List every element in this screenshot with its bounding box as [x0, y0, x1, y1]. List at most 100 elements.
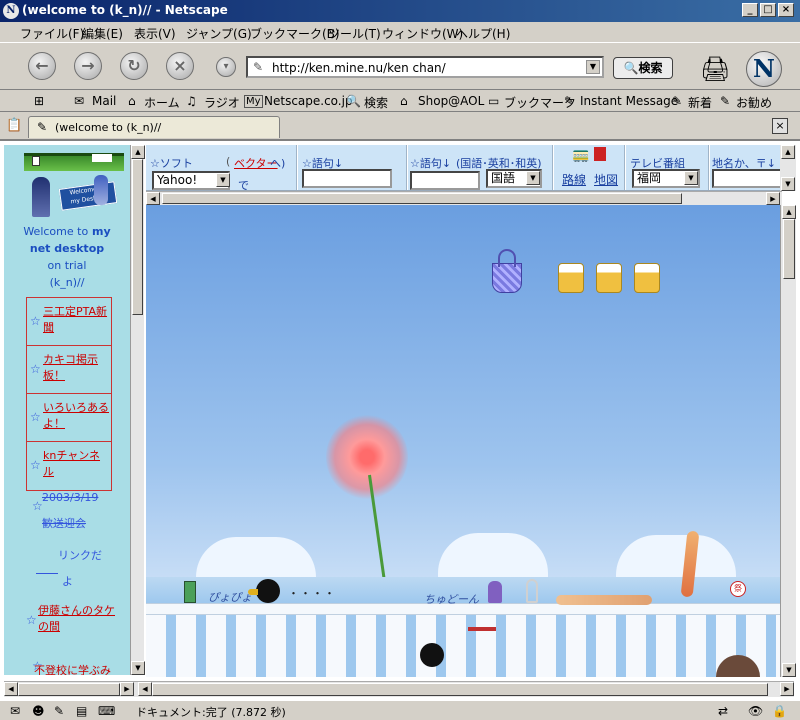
reload-icon[interactable]: ↻	[120, 52, 148, 80]
link-ito-take[interactable]: 伊藤さんのタケの間	[38, 603, 120, 635]
menu-help[interactable]: ヘルプ(H)	[456, 25, 510, 42]
menu-go[interactable]: ジャンプ(G)	[186, 25, 252, 42]
link-bbs[interactable]: カキコ掲示板！	[43, 352, 109, 384]
scroll-thumb[interactable]	[18, 683, 120, 696]
toolbar-netscape[interactable]: Netscape.co.jp	[264, 94, 353, 108]
scroll-right-icon[interactable]: ▶	[780, 682, 794, 696]
link-futoko[interactable]: 不登校に学ぶみちくさの会	[34, 663, 120, 675]
top-frame-hscrollbar[interactable]: ◀ ▶	[146, 191, 782, 205]
left-frame-scrollbar[interactable]: ▲ ▼	[130, 145, 145, 675]
scroll-thumb[interactable]	[783, 219, 795, 279]
beer-mug-icon[interactable]	[634, 263, 660, 293]
select-dropdown-icon[interactable]: ▼	[526, 171, 540, 185]
menu-bookmarks[interactable]: ブックマーク(B)	[250, 25, 340, 42]
close-tab-icon[interactable]: ×	[772, 118, 788, 134]
dict-input[interactable]	[410, 171, 480, 190]
tab-welcome[interactable]: ✎ (welcome to (k_n)//	[28, 116, 280, 138]
close-window-button[interactable]: ×	[778, 3, 794, 17]
scroll-right-icon[interactable]: ▶	[120, 682, 134, 696]
octopus-icon[interactable]	[488, 581, 502, 603]
toolbar-mail[interactable]: Mail	[92, 94, 116, 108]
swimmer-image[interactable]	[556, 595, 652, 605]
event-farewell[interactable]: 歓送迎会	[42, 515, 86, 531]
basket-icon[interactable]	[492, 263, 522, 293]
select-dropdown-icon[interactable]: ▼	[216, 173, 230, 187]
toolbar-shop[interactable]: Shop@AOL	[418, 94, 484, 108]
chat-icon[interactable]: ⌨	[98, 704, 115, 718]
minimize-button[interactable]: _	[742, 3, 758, 17]
scroll-thumb[interactable]	[132, 159, 143, 315]
toolbar-toggle-icon[interactable]: ⊞	[34, 94, 44, 108]
security-lock-icon[interactable]: 🔒	[772, 704, 787, 718]
black-bird-icon[interactable]	[420, 643, 444, 667]
forward-icon[interactable]: →	[74, 52, 102, 80]
url-bar[interactable]: ✎ http://ken.mine.nu/ken chan/ ▼	[246, 56, 604, 78]
scroll-right-icon[interactable]: ▶	[766, 192, 780, 205]
composer-icon[interactable]: ✎	[54, 704, 64, 718]
menu-edit[interactable]: 編集(E)	[82, 25, 123, 42]
black-bird-icon[interactable]	[256, 579, 280, 603]
toolbar-recommend[interactable]: お勧め	[736, 94, 772, 111]
menu-view[interactable]: 表示(V)	[134, 25, 176, 42]
place-input[interactable]	[712, 169, 782, 188]
toolbar-new[interactable]: 新着	[688, 94, 712, 111]
main-frame-scrollbar[interactable]: ▲ ▼	[780, 205, 796, 677]
scroll-left-icon[interactable]: ◀	[146, 192, 160, 205]
thread-spool-icon[interactable]	[184, 581, 196, 603]
scroll-thumb[interactable]	[162, 193, 682, 204]
scroll-down-icon[interactable]: ▼	[131, 661, 145, 675]
goku-input[interactable]	[302, 169, 392, 188]
top-frame-scrollbar[interactable]: ▲ ▼	[780, 145, 796, 191]
scroll-thumb[interactable]	[152, 683, 768, 696]
tab-bar: 📋 ✎ (welcome to (k_n)// ×	[0, 112, 800, 140]
toolbar-radio[interactable]: ラジオ	[204, 94, 240, 111]
privacy-icon[interactable]: 👁	[748, 704, 763, 718]
link-kn-channel[interactable]: knチャンネル	[43, 448, 109, 480]
printer-icon[interactable]: 🖨	[700, 55, 730, 83]
star-icon: ☆	[30, 314, 41, 328]
url-input[interactable]: http://ken.mine.nu/ken chan/	[272, 61, 446, 75]
dragonfly-icon[interactable]	[468, 627, 496, 631]
link-pta-news[interactable]: 三工定PTA新聞	[43, 304, 109, 336]
menu-window[interactable]: ウィンドウ(W)	[382, 25, 463, 42]
back-icon[interactable]: ←	[28, 52, 56, 80]
scroll-down-icon[interactable]: ▼	[781, 177, 795, 191]
scroll-left-icon[interactable]: ◀	[4, 682, 18, 696]
stop-icon[interactable]: ×	[166, 52, 194, 80]
netscape-logo[interactable]: N	[746, 51, 782, 87]
maximize-button[interactable]: □	[760, 3, 776, 17]
toolbar-home[interactable]: ホーム	[144, 94, 180, 111]
tab-sidebar-icon[interactable]: 📋	[6, 118, 22, 133]
search-button[interactable]: 🔍検索	[613, 57, 673, 79]
address-book-icon[interactable]: ▤	[76, 704, 87, 718]
scroll-up-icon[interactable]: ▲	[782, 205, 796, 219]
menu-file[interactable]: ファイル(F)	[20, 25, 84, 42]
kn-text: (k_n)//	[49, 276, 85, 289]
dropdown-icon[interactable]: ▾	[216, 57, 236, 77]
map-link[interactable]: 地図	[594, 171, 618, 188]
beer-mug-icon[interactable]	[558, 263, 584, 293]
select-dropdown-icon[interactable]: ▼	[684, 171, 698, 185]
link-various[interactable]: いろいろあるよ！	[43, 400, 109, 432]
person-icon[interactable]: ☻	[32, 704, 45, 718]
scroll-up-icon[interactable]: ▲	[131, 145, 145, 159]
goal-icon	[92, 154, 112, 162]
url-dropdown-icon[interactable]: ▼	[586, 60, 600, 74]
beer-mug-icon[interactable]	[596, 263, 622, 293]
toolbar-search[interactable]: 検索	[364, 94, 388, 111]
toolbar-instant-message[interactable]: Instant Message	[580, 94, 678, 108]
he-text: へ)	[270, 157, 286, 170]
scroll-down-icon[interactable]: ▼	[782, 663, 796, 677]
dots-text: ・・・・	[288, 587, 336, 600]
menu-tools[interactable]: ツール(T)	[328, 25, 381, 42]
route-link[interactable]: 路線	[562, 171, 586, 188]
link-icon: ✎	[672, 94, 683, 108]
horizontal-scrollbar[interactable]: ◀ ▶ ◀ ▶	[4, 681, 794, 697]
scroll-left-icon[interactable]: ◀	[138, 682, 152, 696]
event-date[interactable]: 2003/3/19	[42, 491, 98, 504]
mail-icon[interactable]: ✉	[10, 704, 20, 718]
stamp-icon[interactable]: 祭	[730, 581, 746, 597]
scroll-up-icon[interactable]: ▲	[781, 145, 795, 159]
skeleton-icon[interactable]	[526, 579, 538, 603]
list-item: ☆ いろいろあるよ！	[27, 394, 111, 442]
